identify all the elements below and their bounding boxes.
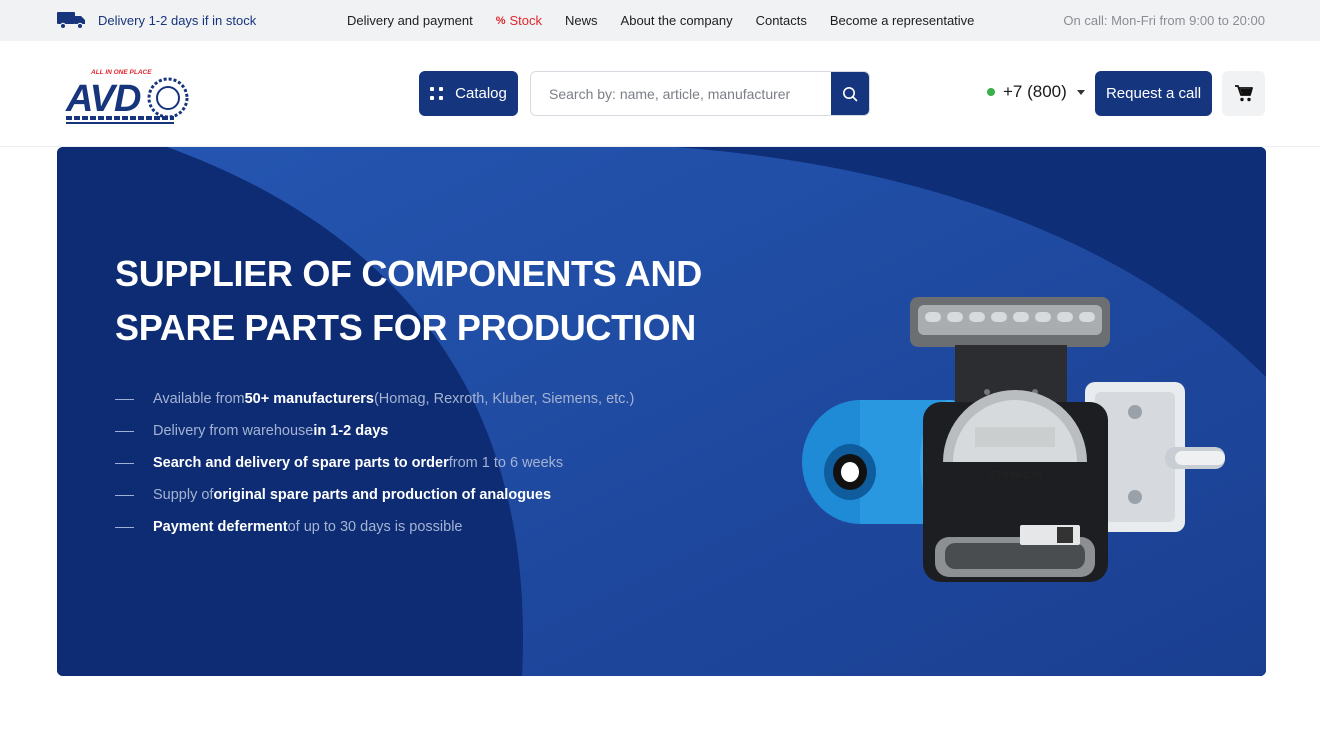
bullet-highlight: Payment deferment [153, 519, 288, 535]
phone-dropdown[interactable]: +7 (800) [987, 82, 1085, 102]
top-bar: Delivery 1-2 days if in stock Delivery a… [0, 0, 1320, 41]
bullet-text: Available from [153, 391, 245, 407]
delivery-text: Delivery 1-2 days if in stock [98, 12, 257, 28]
bullet-text: Delivery from warehouse [153, 423, 314, 439]
catalog-button[interactable]: Catalog [419, 71, 518, 116]
nav-label: Become a representative [829, 13, 975, 28]
oncall-hours: On call: Mon-Fri from 9:00 to 20:00 [1063, 13, 1265, 28]
search-button[interactable] [831, 72, 869, 115]
dash-marker [115, 494, 134, 496]
cart-button[interactable] [1222, 71, 1265, 116]
svg-text:ALL IN ONE PLACE: ALL IN ONE PLACE [90, 69, 152, 76]
list-item: Payment deferment of up to 30 days is po… [115, 511, 634, 543]
nav-label: About the company [620, 13, 733, 28]
bullet-highlight: in 1-2 days [313, 423, 389, 439]
cart-icon [1234, 85, 1253, 102]
bullet-highlight: 50+ manufacturers [244, 391, 374, 407]
hero-banner: SUPPLIER OF COMPONENTS AND SPARE PARTS F… [57, 147, 1266, 676]
bullet-text: from 1 to 6 weeks [448, 455, 564, 471]
hero-title: SUPPLIER OF COMPONENTS AND SPARE PARTS F… [115, 253, 702, 348]
delivery-info: Delivery 1-2 days if in stock [57, 11, 256, 29]
nav-label: Delivery and payment [347, 13, 473, 28]
nav-become-representative[interactable]: Become a representative [830, 13, 975, 28]
percent-icon: % [495, 14, 506, 27]
phone-number: +7 (800) [1003, 82, 1067, 101]
bullet-text: of up to 30 days is possible [287, 519, 463, 535]
svg-text:AVD: AVD [65, 78, 141, 120]
dash-marker [115, 430, 134, 432]
nav-label: Stock [509, 13, 543, 28]
search-input[interactable] [531, 72, 831, 115]
list-item: Delivery from warehouse in 1-2 days [115, 415, 634, 447]
bullet-text: Supply of [153, 487, 214, 503]
dash-marker [115, 462, 134, 464]
search-icon [843, 86, 858, 101]
dash-marker [115, 526, 134, 528]
list-item: Available from 50+ manufacturers (Homag,… [115, 383, 634, 415]
search-bar [530, 71, 870, 116]
list-item: Supply of original spare parts and produ… [115, 479, 634, 511]
request-call-button[interactable]: Request a call [1095, 71, 1212, 116]
top-nav: Delivery and payment % Stock News About … [347, 13, 974, 28]
svg-text:SCHMALZ: SCHMALZ [988, 468, 1042, 480]
bullet-text: (Homag, Rexroth, Kluber, Siemens, etc.) [373, 391, 635, 407]
nav-label: News [565, 13, 598, 28]
truck-icon [57, 12, 85, 29]
nav-stock[interactable]: % Stock [496, 13, 542, 28]
site-header: ALL IN ONE PLACE AVD Catalog +7 (800) Re… [0, 41, 1320, 147]
list-item: Search and delivery of spare parts to or… [115, 447, 634, 479]
nav-contacts[interactable]: Contacts [756, 13, 807, 28]
catalog-label: Catalog [455, 85, 507, 102]
nav-delivery-payment[interactable]: Delivery and payment [347, 13, 473, 28]
nav-label: Contacts [755, 13, 807, 28]
bullet-highlight: original spare parts and production of a… [213, 487, 552, 503]
avd-logo[interactable]: ALL IN ONE PLACE AVD [64, 66, 192, 126]
chevron-down-icon [1076, 89, 1085, 95]
nav-about[interactable]: About the company [621, 13, 733, 28]
bullet-highlight: Search and delivery of spare parts to or… [153, 455, 449, 471]
nav-news[interactable]: News [565, 13, 598, 28]
hero-benefits-list: Available from 50+ manufacturers (Homag,… [115, 383, 634, 543]
grid-icon [430, 87, 444, 100]
online-status-dot [987, 88, 995, 96]
product-image: SCHMALZ [802, 297, 1225, 582]
dash-marker [115, 398, 134, 400]
